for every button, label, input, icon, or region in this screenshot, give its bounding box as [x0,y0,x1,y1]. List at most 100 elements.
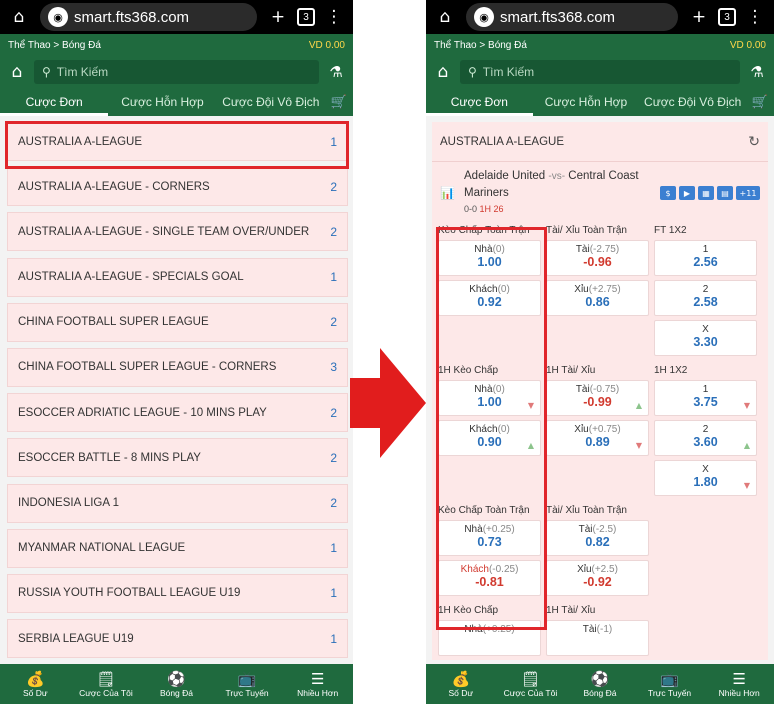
breadcrumb[interactable]: Thể Thao > Bóng Đá [8,40,101,51]
bets-icon: 🗒 [96,670,116,688]
odds-cell[interactable]: 1 2.56 [654,240,757,276]
odds-cell[interactable]: 1 3.75 ▼ [654,380,757,416]
scoreboard-icon[interactable]: ▤ [717,186,733,200]
odds-cell[interactable]: Xỉu(+0.75) 0.89 ▼ [546,420,649,456]
away-team: Central Coast [568,170,639,182]
filter-icon[interactable]: ⚗ [325,63,347,81]
odds-cell[interactable]: 2 2.58 [654,280,757,316]
bet-slip-icon[interactable]: 🛒 [325,95,353,116]
home-icon[interactable]: ⌂ [6,7,32,27]
odds-value: 3.30 [693,335,718,349]
nav-item[interactable]: 📺 Trực Tuyến [635,664,705,704]
selection-name: 1 [702,384,709,395]
odds-cell[interactable]: Xỉu(+2.75) 0.86 [546,280,649,316]
balance: VD 0.00 [308,39,345,51]
odds-cell[interactable]: Xỉu(+2.5) -0.92 [546,560,649,596]
odds-cell[interactable]: Tài(-1) [546,620,649,656]
league-item[interactable]: ESOCCER BATTLE - 8 MINS PLAY 2 [7,438,348,478]
tab-outright[interactable]: Cược Đội Vô Địch [217,95,325,116]
league-item[interactable]: AUSTRALIA A-LEAGUE - SPECIALS GOAL 1 [7,257,348,297]
league-name: CHINA FOOTBALL SUPER LEAGUE [18,316,209,329]
search-icon: ⚲ [42,65,51,79]
filter-icon[interactable]: ⚗ [746,63,768,81]
nav-item[interactable]: ☰ Nhiều Hơn [282,664,353,704]
match-teams: Adelaide United -vs- Central Coast Marin… [464,168,664,201]
new-tab-icon[interactable]: + [686,7,712,27]
nav-item[interactable]: 💰 Số Dư [0,664,71,704]
league-item[interactable]: AUSTRALIA A-LEAGUE - CORNERS 2 [7,167,348,207]
match-count: 2 [330,496,337,510]
nav-label: Bóng Đá [159,688,194,698]
nav-label: Cược Của Tôi [503,688,558,698]
tab-count-button[interactable]: 3 [297,8,315,26]
league-item[interactable]: INDONESIA LIGA 1 2 [7,483,348,523]
odds-cell[interactable]: Tài(-0.75) -0.99 ▲ [546,380,649,416]
odds-up-icon: ▲ [743,441,750,450]
bet-slip-icon[interactable]: 🛒 [746,95,774,116]
tab-parlay[interactable]: Cược Hỗn Hợp [533,95,640,116]
selection-name: Xỉu [577,564,592,575]
more-icon[interactable]: ⋮ [321,7,347,27]
odds-cell[interactable]: 2 3.60 ▲ [654,420,757,456]
odds-value: 1.80 [693,475,718,489]
match-time: 1H 26 [479,204,504,214]
tab-count-button[interactable]: 3 [718,8,736,26]
league-list: AUSTRALIA A-LEAGUE 1 AUSTRALIA A-LEAGUE - … [0,116,353,659]
tab-single-bet[interactable]: Cược Đơn [0,95,109,116]
nav-item[interactable]: ⚽ Bóng Đá [141,664,212,704]
tab-outright[interactable]: Cược Đội Vô Địch [639,95,746,116]
field-icon[interactable]: ▦ [698,186,714,200]
tab-parlay[interactable]: Cược Hỗn Hợp [108,95,216,116]
nav-item[interactable]: ⚽ Bóng Đá [565,664,635,704]
nav-item[interactable]: 🗒 Cược Của Tôi [71,664,142,704]
odds-cell[interactable]: Tài(-2.5) 0.82 [546,520,649,556]
currency-icon[interactable]: $ [660,186,676,200]
odds-cell[interactable]: X 1.80 ▼ [654,460,757,496]
selection-name: Tài [582,624,597,635]
more-icon[interactable]: ⋮ [742,7,768,27]
url-bar[interactable]: ◉ smart.fts368.com [466,3,678,31]
highlight-box [5,121,349,169]
handicap: (+0.75) [588,424,621,435]
league-item[interactable]: ESOCCER ADRIATIC LEAGUE - 10 MINS PLAY 2 [7,393,348,433]
wallet-icon: 💰 [25,670,45,688]
url-bar[interactable]: ◉ smart.fts368.com [40,3,257,31]
nav-item[interactable]: 🗒 Cược Của Tôi [496,664,566,704]
league-item[interactable]: AUSTRALIA A-LEAGUE - SINGLE TEAM OVER/UN… [7,212,348,252]
odds-value: 2.58 [693,295,718,309]
league-item[interactable]: CHINA FOOTBALL SUPER LEAGUE - CORNERS 3 [7,347,348,387]
new-tab-icon[interactable]: + [265,7,291,27]
league-name: CHINA FOOTBALL SUPER LEAGUE - CORNERS [18,361,277,374]
breadcrumb[interactable]: Thể Thao > Bóng Đá [434,40,527,51]
match-count: 2 [330,179,337,194]
odds-cell[interactable]: Tài(-2.75) -0.96 [546,240,649,276]
odds-label: Tài(-1) [547,621,648,635]
app-home-icon[interactable]: ⌂ [432,62,454,82]
nav-item[interactable]: 💰 Số Dư [426,664,496,704]
right-screen: ⌂ ◉ smart.fts368.com + 3 ⋮ Thể Thao > Bó… [426,0,774,704]
search-input[interactable]: ⚲ Tìm Kiếm [34,60,319,84]
refresh-icon[interactable]: ↻ [748,134,760,150]
more-markets-button[interactable]: +11 [736,186,760,200]
app-home-icon[interactable]: ⌂ [6,62,28,82]
search-input[interactable]: ⚲ Tìm Kiếm [460,60,740,84]
market-label [654,602,757,620]
odds-value: 0.82 [585,535,610,549]
nav-item[interactable]: ☰ Nhiều Hơn [704,664,774,704]
odds-value: -0.92 [583,575,612,589]
home-icon[interactable]: ⌂ [432,7,458,27]
league-item[interactable]: MYANMAR NATIONAL LEAGUE 1 [7,528,348,568]
stats-icon[interactable]: 📊 [440,186,455,200]
selection-name: 2 [702,284,709,295]
handicap: (-1) [596,624,613,635]
bets-icon: 🗒 [520,670,540,688]
video-icon[interactable]: ▶ [679,186,695,200]
league-item[interactable]: RUSSIA YOUTH FOOTBALL LEAGUE U19 1 [7,573,348,613]
league-item[interactable]: SERBIA LEAGUE U19 1 [7,619,348,659]
nav-item[interactable]: 📺 Trực Tuyến [212,664,283,704]
league-item[interactable]: CHINA FOOTBALL SUPER LEAGUE 2 [7,302,348,342]
tab-single-bet[interactable]: Cược Đơn [426,95,533,116]
league-header[interactable]: AUSTRALIA A-LEAGUE ↻ [432,122,768,162]
odds-cell[interactable]: X 3.30 [654,320,757,356]
league-name: AUSTRALIA A-LEAGUE - CORNERS [18,180,210,193]
